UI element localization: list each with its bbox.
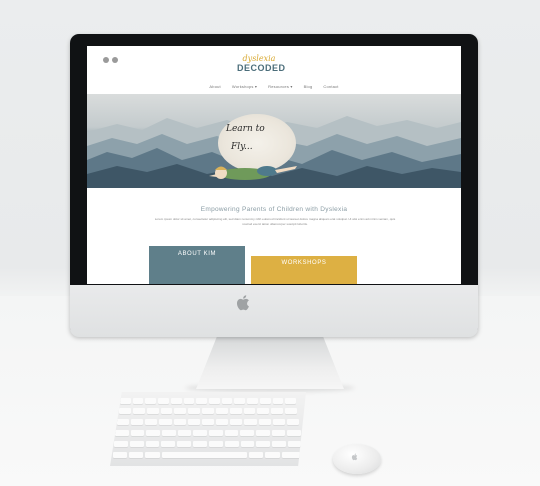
nav-item-blog[interactable]: Blog — [304, 84, 313, 89]
workshops-label: WORKSHOPS — [281, 260, 327, 266]
key-row — [110, 408, 306, 414]
key-row — [110, 430, 306, 436]
website-screen: dyslexia DECODED About Workshops ▾ Resou… — [87, 46, 461, 284]
main-nav: About Workshops ▾ Resources ▾ Blog Conta… — [87, 84, 461, 89]
intro-paragraph: Lorem ipsum dolor sit amet, consectetur … — [154, 217, 396, 226]
hero-banner: Learn to Fly... — [87, 94, 461, 188]
logo-text-decoded[interactable]: DECODED — [237, 63, 285, 73]
monitor-chin — [70, 285, 478, 337]
key-row — [110, 398, 306, 404]
keyboard — [110, 392, 306, 466]
logo-text-dyslexia[interactable]: dyslexia — [239, 55, 279, 63]
facebook-icon[interactable] — [103, 57, 109, 63]
nav-item-workshops[interactable]: Workshops ▾ — [232, 84, 257, 89]
hero-script-line2: Fly... — [231, 142, 253, 152]
social-icons — [103, 57, 118, 63]
nav-item-resources[interactable]: Resources ▾ — [268, 84, 292, 89]
apple-logo-icon — [236, 295, 249, 311]
apple-logo-icon — [351, 453, 358, 461]
flying-child-illustration — [209, 166, 297, 180]
workshops-button[interactable]: WORKSHOPS — [251, 256, 357, 284]
about-kim-label: ABOUT KIM — [177, 251, 217, 257]
tagline: Empowering Parents of Children with Dysl… — [200, 206, 348, 213]
about-kim-button[interactable]: ABOUT KIM — [149, 246, 245, 284]
nav-item-contact[interactable]: Contact — [323, 84, 338, 89]
key-row — [110, 441, 306, 447]
instagram-icon[interactable] — [112, 57, 118, 63]
key-row-space — [110, 452, 306, 458]
hero-script-line1: Learn to — [226, 124, 265, 134]
monitor-stand — [196, 337, 344, 389]
key-row — [110, 419, 306, 425]
nav-item-about[interactable]: About — [209, 84, 220, 89]
